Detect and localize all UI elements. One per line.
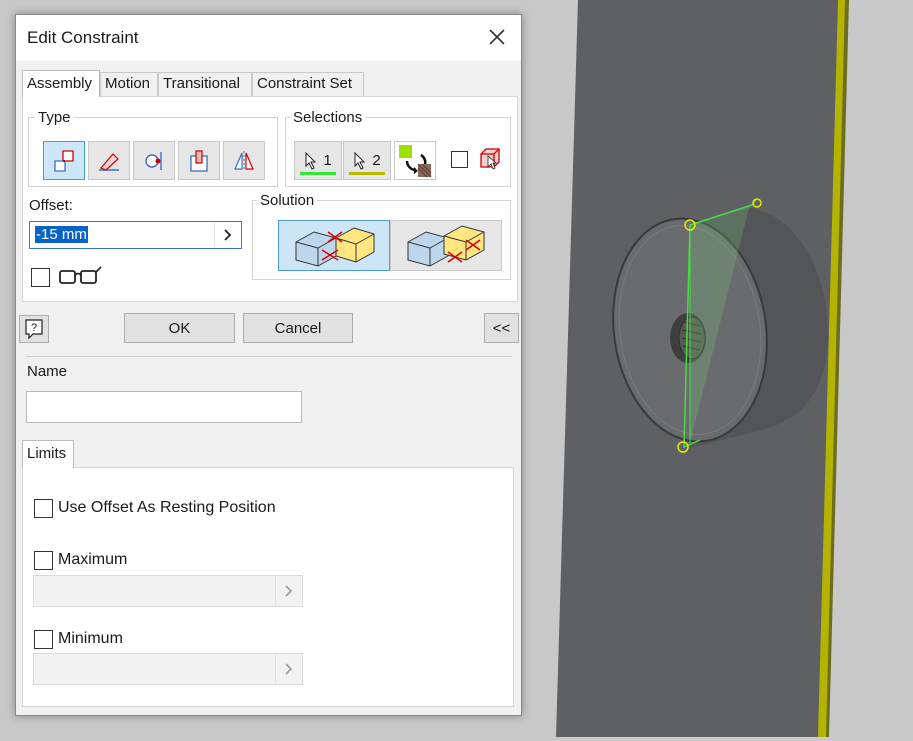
assembly-tab-panel: Type Selections 1 2 Offset: -15 mm Solut…	[22, 96, 518, 302]
selections-label: Selections	[290, 109, 366, 126]
chevron-right-icon[interactable]	[275, 654, 302, 684]
maximum-checkbox[interactable]	[34, 551, 53, 570]
insert-icon[interactable]	[178, 141, 220, 180]
help-icon: ?	[25, 319, 43, 340]
flush-solution-icon[interactable]	[390, 220, 502, 271]
selections-group: Selections 1 2	[285, 109, 511, 187]
show-preview-checkbox[interactable]	[31, 268, 50, 287]
minimum-checkbox[interactable]	[34, 630, 53, 649]
name-label: Name	[27, 363, 68, 380]
first-selection-number: 1	[323, 152, 332, 169]
maximum-input[interactable]	[33, 575, 303, 607]
tab-limits[interactable]: Limits	[22, 440, 74, 468]
title-bar: Edit Constraint	[16, 15, 521, 61]
angle-icon[interactable]	[88, 141, 130, 180]
arrow-cursor-icon	[354, 151, 366, 170]
swap-selections-icon[interactable]	[394, 141, 436, 180]
minimum-input[interactable]	[33, 653, 303, 685]
second-selection-number: 2	[372, 152, 381, 169]
divider	[26, 356, 512, 357]
solution-group: Solution	[252, 192, 511, 280]
name-input[interactable]	[26, 391, 302, 423]
limits-panel: Use Offset As Resting Position Maximum M…	[22, 467, 514, 707]
first-selection-button[interactable]: 1	[294, 141, 342, 180]
offset-value: -15 mm	[35, 226, 88, 243]
maximum-label: Maximum	[58, 551, 128, 568]
chevron-right-icon[interactable]	[275, 576, 302, 606]
mate-solution-icon[interactable]	[278, 220, 390, 271]
mate-icon[interactable]	[43, 141, 85, 180]
cancel-button[interactable]: Cancel	[243, 313, 353, 343]
chevron-right-icon[interactable]	[214, 222, 241, 248]
pick-part-first-icon	[478, 146, 502, 170]
use-offset-checkbox[interactable]	[34, 499, 53, 518]
help-button[interactable]: ?	[19, 315, 49, 343]
second-selection-button[interactable]: 2	[343, 141, 391, 180]
tangent-icon[interactable]	[133, 141, 175, 180]
use-offset-label: Use Offset As Resting Position	[58, 499, 276, 516]
first-selection-color-bar	[300, 172, 336, 175]
arrow-cursor-icon	[305, 151, 317, 170]
tab-assembly[interactable]: Assembly	[22, 70, 100, 97]
glasses-icon	[57, 263, 103, 289]
symmetry-icon[interactable]	[223, 141, 265, 180]
svg-text:?: ?	[31, 322, 37, 334]
type-group: Type	[28, 109, 278, 187]
second-selection-color-bar	[349, 172, 385, 175]
tab-constraint-set[interactable]: Constraint Set	[252, 72, 364, 96]
close-icon[interactable]	[485, 25, 509, 49]
type-label: Type	[35, 109, 74, 126]
tab-motion[interactable]: Motion	[100, 72, 158, 96]
offset-label: Offset:	[29, 197, 73, 214]
edit-constraint-dialog: Edit Constraint Assembly Motion Transiti…	[15, 14, 522, 716]
ok-button[interactable]: OK	[124, 313, 235, 343]
collapse-button[interactable]: <<	[484, 313, 519, 343]
solution-label: Solution	[257, 192, 318, 209]
tab-transitional[interactable]: Transitional	[158, 72, 252, 96]
dialog-title: Edit Constraint	[27, 28, 139, 47]
minimum-label: Minimum	[58, 630, 123, 647]
offset-input[interactable]: -15 mm	[29, 221, 242, 249]
pick-part-first-checkbox[interactable]	[451, 151, 468, 168]
